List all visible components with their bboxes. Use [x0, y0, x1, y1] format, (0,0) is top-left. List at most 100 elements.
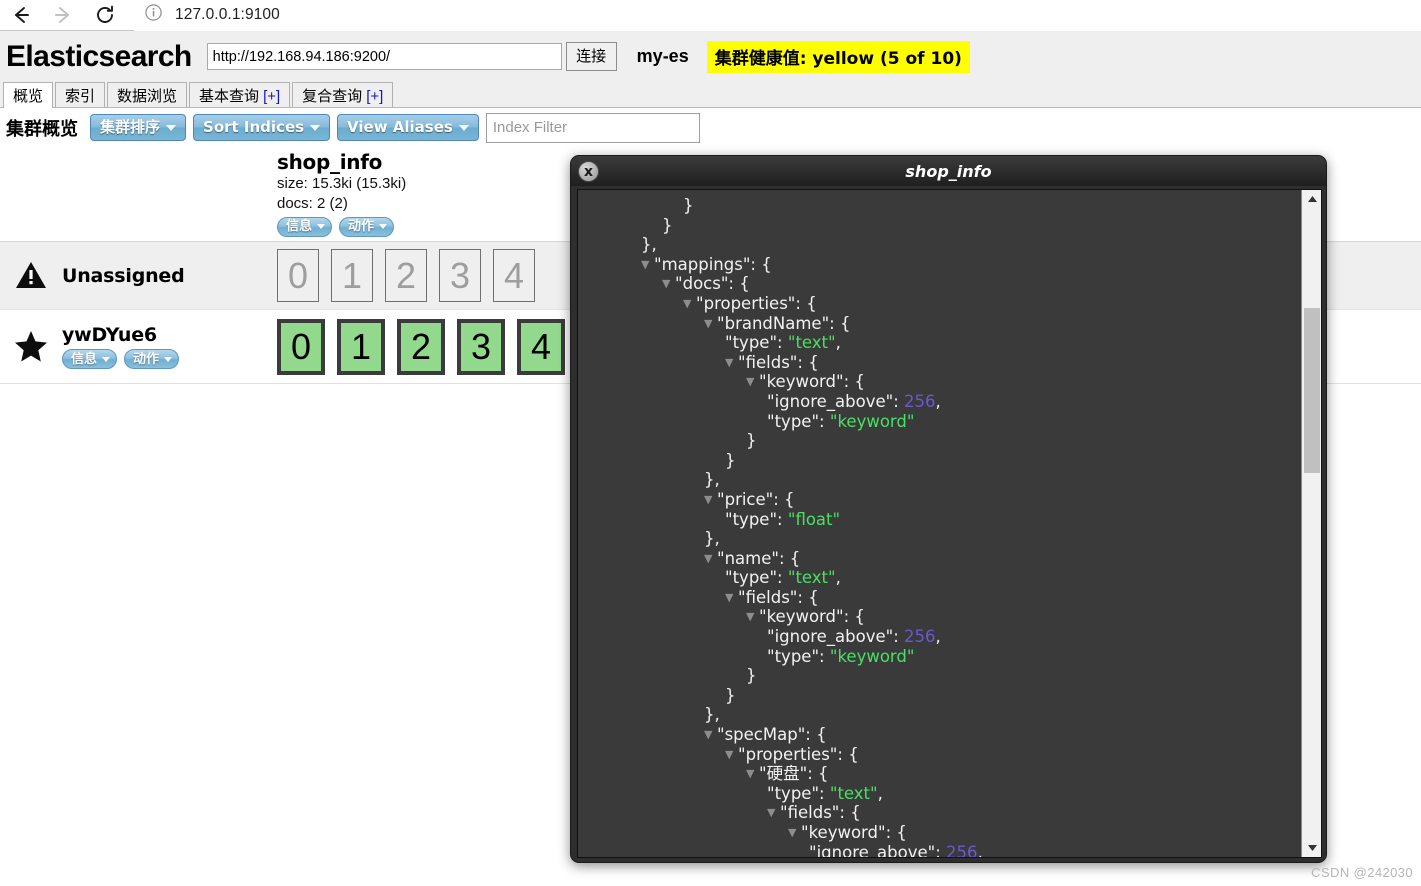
json-punctuation: : {: [885, 823, 907, 842]
collapse-triangle-icon[interactable]: ▼: [767, 803, 780, 823]
tab-basic-query-plus[interactable]: [+]: [263, 89, 280, 104]
node-info-label: 信息: [71, 351, 98, 367]
json-string-value: "keyword": [829, 646, 915, 666]
json-punctuation: }: [746, 431, 757, 451]
json-punctuation: : {: [773, 489, 795, 509]
browser-back-button[interactable]: [0, 0, 42, 31]
scroll-up-button[interactable]: [1302, 190, 1322, 208]
tab-data-browse[interactable]: 数据浏览: [107, 82, 188, 107]
json-line: "type": "keyword": [578, 412, 1301, 432]
node-action-button[interactable]: 动作: [124, 349, 180, 369]
json-key: "properties": [738, 744, 838, 764]
dialog-scrollbar[interactable]: [1301, 190, 1321, 857]
collapse-triangle-icon[interactable]: ▼: [704, 549, 717, 569]
collapse-triangle-icon[interactable]: ▼: [746, 607, 759, 627]
json-punctuation: : {: [839, 803, 861, 823]
shard-box[interactable]: 0: [277, 249, 319, 302]
json-line: },: [578, 705, 1301, 725]
json-key: "ignore_above": [809, 842, 936, 857]
json-viewer[interactable]: }}}, ▼ "mappings": {▼ "docs": {▼ "properties…: [578, 190, 1301, 857]
tab-basic-query[interactable]: 基本查询 [+]: [189, 82, 291, 107]
warning-triangle-icon: [0, 261, 62, 290]
json-punctuation: },: [704, 529, 720, 549]
json-line: ▼ "keyword": {: [578, 372, 1301, 392]
cluster-name-label: my-es: [636, 46, 689, 66]
shard-box[interactable]: 3: [457, 318, 505, 375]
json-key: "type": [767, 783, 820, 803]
collapse-triangle-icon[interactable]: ▼: [704, 490, 717, 510]
shard-box[interactable]: 2: [385, 249, 427, 302]
collapse-triangle-icon[interactable]: ▼: [725, 353, 738, 373]
browser-address-bar[interactable]: 127.0.0.1:9100: [134, 0, 1421, 31]
chevron-down-icon: [102, 356, 111, 362]
shard-box[interactable]: 2: [397, 318, 445, 375]
json-key: "keyword": [759, 372, 844, 392]
browser-chrome: 127.0.0.1:9100: [0, 0, 1421, 31]
json-line: "type": "text",: [578, 333, 1301, 353]
triangle-up-icon: [1307, 190, 1318, 208]
json-key: "properties": [696, 293, 796, 313]
json-punctuation: },: [704, 705, 720, 725]
cluster-toolbar: 集群概览 集群排序 Sort Indices View Aliases: [0, 109, 1421, 146]
shard-box[interactable]: 4: [493, 249, 535, 302]
node-shard-list: 0 1 2 3 4: [277, 318, 577, 375]
json-punctuation: :: [893, 391, 905, 411]
tab-indices[interactable]: 索引: [55, 82, 106, 107]
connect-button[interactable]: 连接: [565, 42, 617, 71]
node-label-wrap: ywDYue6 信息 动作: [62, 324, 277, 369]
nav-tab-strip: 概览 索引 数据浏览 基本查询 [+] 复合查询 [+]: [0, 82, 1421, 108]
collapse-triangle-icon[interactable]: ▼: [746, 372, 759, 392]
collapse-triangle-icon[interactable]: ▼: [725, 588, 738, 608]
json-line: ▼ "properties": {: [578, 294, 1301, 314]
page-title: 集群概览: [6, 118, 78, 140]
shard-box[interactable]: 1: [337, 318, 385, 375]
browser-forward-button[interactable]: [42, 0, 84, 31]
collapse-triangle-icon[interactable]: ▼: [662, 274, 675, 294]
shard-box[interactable]: 1: [331, 249, 373, 302]
collapse-triangle-icon[interactable]: ▼: [704, 725, 717, 745]
json-line: ▼ "docs": {: [578, 274, 1301, 294]
scroll-down-button[interactable]: [1302, 839, 1322, 857]
json-line: }: [578, 666, 1301, 686]
unassigned-shard-list: 0 1 2 3 4: [277, 249, 547, 302]
sort-cluster-button[interactable]: 集群排序: [90, 114, 187, 141]
index-action-button[interactable]: 动作: [339, 216, 395, 237]
json-line: ▼ "brandName": {: [578, 314, 1301, 334]
index-info-button[interactable]: 信息: [277, 216, 333, 237]
node-info-button[interactable]: 信息: [62, 349, 118, 369]
cluster-endpoint-input[interactable]: [206, 43, 562, 70]
collapse-triangle-icon[interactable]: ▼: [746, 764, 759, 784]
tab-composite-query[interactable]: 复合查询 [+]: [292, 82, 394, 107]
json-punctuation: : {: [843, 372, 865, 392]
collapse-triangle-icon[interactable]: ▼: [683, 294, 696, 314]
collapse-triangle-icon[interactable]: ▼: [641, 255, 654, 275]
shard-box[interactable]: 3: [439, 249, 481, 302]
json-punctuation: ,: [835, 568, 841, 588]
json-line: }: [578, 196, 1301, 216]
dialog-titlebar[interactable]: x shop_info: [571, 156, 1326, 186]
json-line: },: [578, 529, 1301, 549]
view-aliases-button[interactable]: View Aliases: [337, 114, 479, 141]
json-line: ▼ "properties": {: [578, 745, 1301, 765]
info-circle-icon[interactable]: [144, 3, 163, 27]
shard-box[interactable]: 4: [517, 318, 565, 375]
collapse-triangle-icon[interactable]: ▼: [725, 745, 738, 765]
tab-indices-label: 索引: [65, 86, 96, 105]
shard-box[interactable]: 0: [277, 318, 325, 375]
chevron-down-icon: [379, 224, 388, 230]
index-filter-input[interactable]: [485, 112, 700, 143]
tab-composite-query-plus[interactable]: [+]: [366, 89, 383, 104]
json-key: "docs": [675, 274, 729, 294]
index-docs: docs: 2 (2): [277, 194, 348, 212]
sort-indices-button[interactable]: Sort Indices: [193, 114, 331, 141]
tab-overview[interactable]: 概览: [3, 82, 54, 108]
browser-reload-button[interactable]: [84, 0, 126, 31]
json-line: "type": "text",: [578, 568, 1301, 588]
collapse-triangle-icon[interactable]: ▼: [788, 823, 801, 843]
index-info-label: 信息: [286, 219, 313, 235]
json-line: "type": "text",: [578, 784, 1301, 804]
close-icon[interactable]: x: [578, 161, 599, 182]
app-logo: Elasticsearch: [6, 39, 192, 73]
scrollbar-thumb[interactable]: [1304, 308, 1320, 473]
collapse-triangle-icon[interactable]: ▼: [704, 314, 717, 334]
